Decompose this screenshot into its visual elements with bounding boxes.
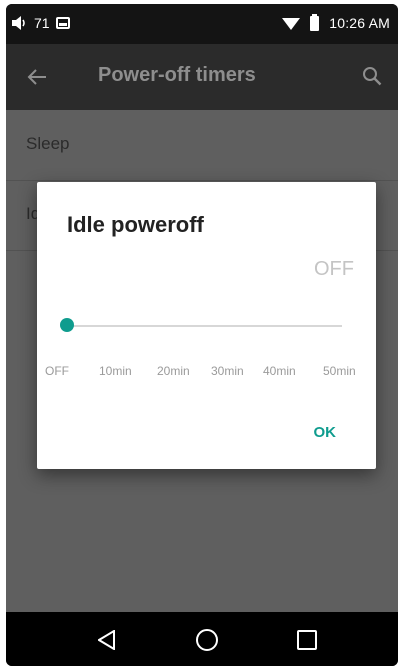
image-icon: [55, 17, 70, 29]
tick-label-30min: 30min: [211, 364, 244, 378]
nav-home-icon[interactable]: [196, 629, 218, 651]
ok-button[interactable]: OK: [314, 424, 337, 441]
device-screen: 71 10:26 AM Power-off timers Sleep Id Id…: [6, 4, 398, 666]
slider-track[interactable]: [67, 325, 342, 327]
tick-label-50min: 50min: [323, 364, 356, 378]
nav-recents-icon[interactable]: [297, 630, 317, 650]
dialog-title: Idle poweroff: [67, 212, 204, 237]
volume-level: 71: [34, 15, 50, 31]
list-item-label: Sleep: [26, 134, 70, 153]
status-right: 10:26 AM: [282, 13, 390, 31]
search-icon[interactable]: [362, 66, 382, 86]
list-item-sleep[interactable]: Sleep: [6, 110, 398, 181]
wifi-icon: [282, 18, 301, 30]
tick-label-10min: 10min: [99, 364, 132, 378]
tick-label-off: OFF: [45, 364, 69, 378]
back-arrow-icon[interactable]: [26, 66, 48, 88]
tick-label-40min: 40min: [263, 364, 296, 378]
slider-thumb[interactable]: [60, 318, 74, 332]
status-left: 71: [12, 15, 70, 31]
tick-label-20min: 20min: [157, 364, 190, 378]
nav-back-icon[interactable]: [98, 630, 116, 650]
page-title: Power-off timers: [98, 64, 256, 86]
status-time: 10:26 AM: [329, 15, 390, 31]
app-bar: Power-off timers: [6, 44, 398, 110]
slider-tick-labels: OFF 10min 20min 30min 40min 50min: [45, 364, 371, 382]
idle-poweroff-dialog: Idle poweroff OFF OFF 10min 20min 30min …: [37, 182, 376, 469]
volume-icon: [12, 16, 25, 30]
status-bar: 71 10:26 AM: [6, 4, 398, 44]
battery-icon: [310, 13, 320, 31]
navigation-bar: [6, 612, 398, 666]
dialog-current-value: OFF: [314, 258, 354, 280]
